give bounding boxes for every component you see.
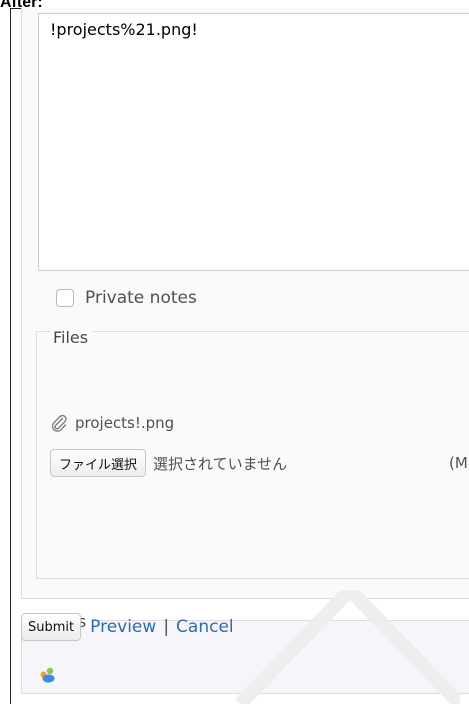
submit-button[interactable]: Submit (21, 613, 82, 641)
attachment-filename[interactable]: projects!.png (75, 414, 174, 432)
attachment-row: projects!.png (50, 414, 174, 432)
preview-link[interactable]: Preview (90, 617, 156, 637)
form-actions: Submit Preview | Cancel (21, 613, 234, 641)
files-legend: Files (50, 328, 94, 347)
paperclip-icon (50, 414, 68, 432)
cancel-link[interactable]: Cancel (176, 617, 234, 637)
link-separator: | (163, 617, 170, 637)
private-notes-label[interactable]: Private notes (85, 288, 197, 308)
private-notes-checkbox[interactable] (56, 289, 74, 307)
max-size-text: (M (449, 454, 468, 472)
file-input-row: ファイル選択 選択されていません (M (50, 449, 469, 477)
choose-file-button[interactable]: ファイル選択 (50, 449, 147, 477)
private-notes-row[interactable]: Private notes (56, 285, 197, 311)
no-file-selected-text: 選択されていません (153, 454, 288, 473)
notes-icon (38, 666, 56, 684)
notes-textarea[interactable]: !projects%21.png! (38, 13, 469, 271)
page: After: !projects%21.png! Private notes F… (0, 0, 469, 704)
